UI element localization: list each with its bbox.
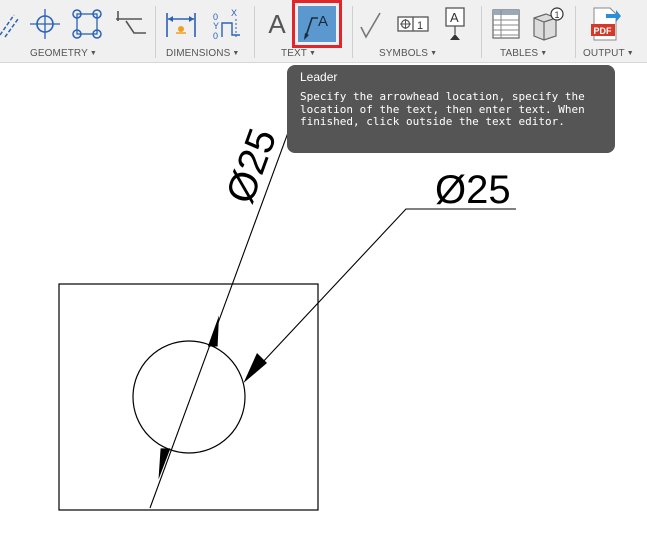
rectangle-sketch[interactable]	[58, 283, 319, 511]
dimension-arrowhead	[207, 315, 219, 347]
leader-line[interactable]	[245, 208, 516, 381]
leader-note-text[interactable]: Ø25	[435, 168, 511, 212]
diameter-dimension-line[interactable]	[149, 99, 301, 509]
tooltip-description: Specify the arrowhead location, specify …	[300, 90, 585, 128]
leader-tooltip: Leader Specify the arrowhead location, s…	[287, 65, 615, 153]
leader-arrowhead	[243, 353, 267, 383]
dimension-arrowhead	[158, 448, 171, 480]
hole-circle[interactable]	[132, 340, 246, 454]
tooltip-title: Leader	[300, 70, 338, 84]
